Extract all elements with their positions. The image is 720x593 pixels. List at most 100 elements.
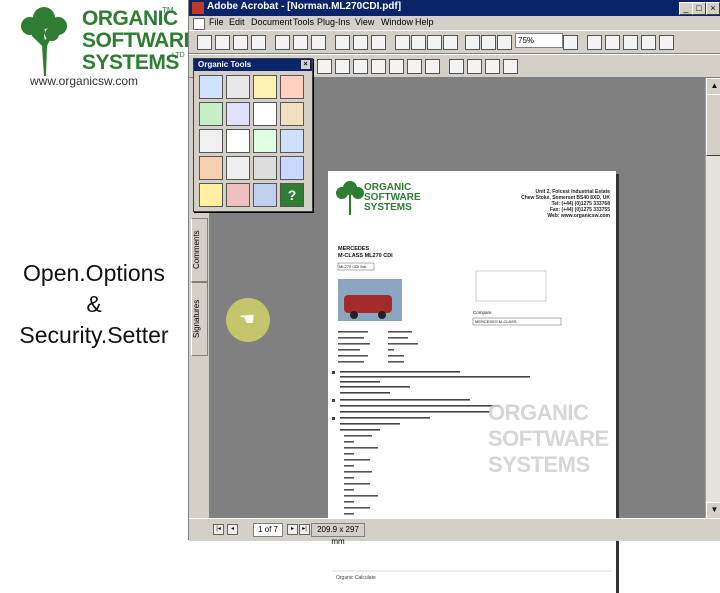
tab-comments[interactable]: Comments (191, 218, 208, 282)
last-page-icon[interactable] (443, 35, 458, 50)
menu-plugins[interactable]: Plug-Ins (317, 17, 350, 27)
maximize-button[interactable]: □ (692, 2, 706, 15)
tool-person-icon[interactable] (199, 156, 223, 180)
ellipse-tool-icon[interactable] (335, 59, 350, 74)
touchup-tool-icon[interactable] (503, 59, 518, 74)
tool-page-icon[interactable] (199, 129, 223, 153)
zoom-level-field[interactable]: 75% (515, 33, 563, 48)
tool-keyboard-icon[interactable] (226, 75, 250, 99)
tool-seal-icon[interactable] (226, 183, 250, 207)
strikeout-tool-icon[interactable] (407, 59, 422, 74)
window-title: Adobe Acrobat - [Norman.ML270CDI.pdf] (207, 1, 402, 12)
menu-edit[interactable]: Edit (229, 17, 245, 27)
tool-spacer-icon[interactable] (253, 102, 277, 126)
open-icon[interactable] (197, 35, 212, 50)
help-icon[interactable] (659, 35, 674, 50)
menu-bar: File Edit Document Tools Plug-Ins View W… (189, 16, 720, 30)
link-tool-icon[interactable] (467, 59, 482, 74)
rectangle-tool-icon[interactable] (317, 59, 332, 74)
print-icon[interactable] (233, 35, 248, 50)
palette-title-bar[interactable]: Organic Tools × (194, 59, 312, 71)
watermark-line1: ORGANIC (488, 400, 589, 425)
vertical-scrollbar[interactable]: ▲ ▼ (705, 78, 720, 519)
document-menu-icon[interactable] (193, 18, 205, 30)
pencil-tool-icon[interactable] (371, 59, 386, 74)
tool-book-icon[interactable] (280, 102, 304, 126)
menu-window[interactable]: Window (381, 17, 413, 27)
tool-grid-icon[interactable] (226, 102, 250, 126)
close-button[interactable]: × (706, 2, 720, 15)
title-bar: Adobe Acrobat - [Norman.ML270CDI.pdf] _ … (189, 0, 720, 16)
page-number-field[interactable]: 1 of 7 (253, 523, 283, 537)
last-page-status-icon[interactable]: ▸| (299, 524, 310, 535)
car-photo (344, 295, 392, 313)
tool-stamp-icon[interactable] (280, 75, 304, 99)
tool-text-icon[interactable] (253, 129, 277, 153)
go-back-icon[interactable] (465, 35, 480, 50)
cursor-highlight: ☚ (226, 298, 270, 342)
menu-view[interactable]: View (355, 17, 374, 27)
tool-split-icon[interactable] (280, 156, 304, 180)
tool-form-icon[interactable] (253, 75, 277, 99)
next-page-status-icon[interactable]: ▸ (287, 524, 298, 535)
page-tree-logo-icon (336, 181, 364, 215)
zoom-out-icon[interactable] (497, 35, 512, 50)
select-text-icon[interactable] (371, 35, 386, 50)
minimize-button[interactable]: _ (679, 2, 693, 15)
scroll-thumb[interactable] (706, 94, 720, 156)
organic-watermark: ORGANIC SOFTWARE SYSTEMS (488, 400, 609, 478)
fit-page-icon[interactable] (605, 35, 620, 50)
first-page-status-icon[interactable]: |◂ (213, 524, 224, 535)
first-page-icon[interactable] (395, 35, 410, 50)
rotate-icon[interactable] (641, 35, 656, 50)
go-forward-icon[interactable] (481, 35, 496, 50)
bookmarks-icon[interactable] (293, 35, 308, 50)
tool-merge-icon[interactable] (253, 156, 277, 180)
brand-name-line2: SOFTWARE (82, 29, 198, 52)
form-tool-icon[interactable] (449, 59, 464, 74)
scroll-down-button[interactable]: ▼ (706, 502, 720, 519)
vehicle-make: MERCEDES (338, 246, 370, 252)
menu-document[interactable]: Document (251, 17, 292, 27)
palette-title: Organic Tools (198, 60, 252, 69)
tool-key-icon[interactable] (199, 183, 223, 207)
thumbnails-icon[interactable] (311, 35, 326, 50)
tool-download-icon[interactable] (199, 102, 223, 126)
tab-signatures[interactable]: Signatures (191, 282, 208, 356)
fit-width-icon[interactable] (623, 35, 638, 50)
underline-tool-icon[interactable] (425, 59, 440, 74)
page-size-indicator: 209.9 x 297 mm (311, 523, 365, 546)
menu-file[interactable]: File (209, 17, 224, 27)
crop-tool-icon[interactable] (485, 59, 500, 74)
tool-binder-icon[interactable] (253, 183, 277, 207)
brand-wordmark: ORGANIC SOFTWARE SYSTEMS (82, 7, 198, 74)
zoom-in-icon[interactable] (563, 35, 578, 50)
highlight-tool-icon[interactable] (389, 59, 404, 74)
tool-pages-icon[interactable] (280, 129, 304, 153)
actual-size-icon[interactable] (587, 35, 602, 50)
save-icon[interactable] (215, 35, 230, 50)
prev-page-status-icon[interactable]: ◂ (227, 524, 238, 535)
zoom-tool-icon[interactable] (353, 35, 368, 50)
tool-blank-icon[interactable] (226, 129, 250, 153)
palette-close-button[interactable]: × (301, 60, 310, 69)
next-page-icon[interactable] (427, 35, 442, 50)
brand-name-line1: ORGANIC (82, 7, 178, 30)
line-tool-icon[interactable] (353, 59, 368, 74)
menu-tools[interactable]: Tools (293, 17, 314, 27)
tool-list-icon[interactable] (226, 156, 250, 180)
ltd-mark: LTD (172, 52, 185, 59)
email-icon[interactable] (251, 35, 266, 50)
hand-cursor-icon: ☚ (239, 309, 256, 329)
previous-page-icon[interactable] (411, 35, 426, 50)
compare-select[interactable]: MERCEDES M-CLASS (475, 318, 517, 325)
variant-select[interactable]: ML270 CDI 5dr (339, 263, 366, 270)
tool-document-icon[interactable] (199, 75, 223, 99)
hand-tool-icon[interactable] (335, 35, 350, 50)
search-icon[interactable] (275, 35, 290, 50)
trademark-mark: TM (162, 6, 174, 15)
tool-help-icon[interactable]: ? (280, 183, 304, 207)
menu-help[interactable]: Help (415, 17, 434, 27)
caption-line3: Security.Setter (19, 322, 169, 348)
scroll-up-button[interactable]: ▲ (706, 78, 720, 95)
